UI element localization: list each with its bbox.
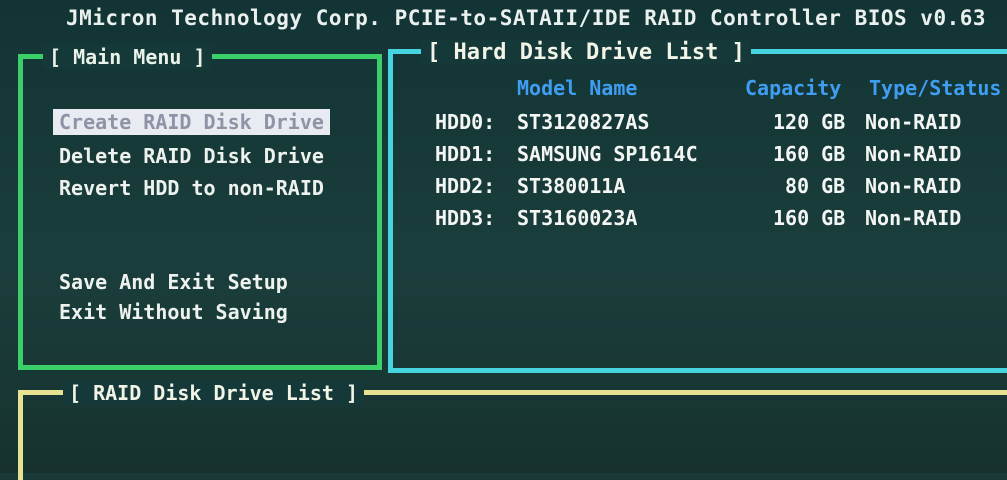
- hdd-type: Non-RAID: [865, 206, 962, 230]
- hdd-list-heading: [ Hard Disk Drive List ]: [421, 40, 751, 65]
- menu-item-exit-no-save[interactable]: Exit Without Saving: [53, 299, 294, 325]
- menu-item-save-exit[interactable]: Save And Exit Setup: [53, 269, 294, 295]
- bios-screen: JMicron Technology Corp. PCIE-to-SATAII/…: [0, 0, 1007, 480]
- column-header-model: Model Name: [517, 76, 638, 100]
- raid-list-panel: [ RAID Disk Drive List ]: [18, 381, 1007, 480]
- hdd-model: ST3120827AS: [517, 110, 650, 134]
- hdd-list-panel: [ Hard Disk Drive List ] Model Name Capa…: [388, 40, 1007, 373]
- hdd-capacity: 120 GB: [773, 110, 846, 134]
- menu-item-revert-hdd[interactable]: Revert HDD to non-RAID: [53, 175, 330, 201]
- column-header-capacity: Capacity: [745, 76, 842, 100]
- hdd-type: Non-RAID: [865, 142, 962, 166]
- hdd-model: ST380011A: [517, 174, 626, 198]
- column-header-type: Type/Status: [869, 76, 1002, 100]
- hdd-capacity: 80 GB: [785, 174, 846, 198]
- hdd-type: Non-RAID: [865, 174, 962, 198]
- main-menu-heading: [ Main Menu ]: [43, 45, 212, 69]
- hdd-id: HDD1:: [435, 142, 496, 166]
- hdd-type: Non-RAID: [865, 110, 962, 134]
- hdd-capacity: 160 GB: [773, 206, 846, 230]
- hdd-model: SAMSUNG SP1614C: [517, 142, 698, 166]
- hdd-id: HDD2:: [435, 174, 496, 198]
- hdd-id: HDD0:: [435, 110, 496, 134]
- menu-item-create-raid[interactable]: Create RAID Disk Drive: [53, 109, 330, 135]
- bios-title: JMicron Technology Corp. PCIE-to-SATAII/…: [66, 6, 987, 30]
- hdd-model: ST3160023A: [517, 206, 638, 230]
- hdd-capacity: 160 GB: [773, 142, 846, 166]
- hdd-id: HDD3:: [435, 206, 496, 230]
- raid-list-heading: [ RAID Disk Drive List ]: [63, 381, 364, 405]
- main-menu-panel: [ Main Menu ] Create RAID Disk Drive Del…: [18, 45, 382, 370]
- menu-item-delete-raid[interactable]: Delete RAID Disk Drive: [53, 143, 330, 169]
